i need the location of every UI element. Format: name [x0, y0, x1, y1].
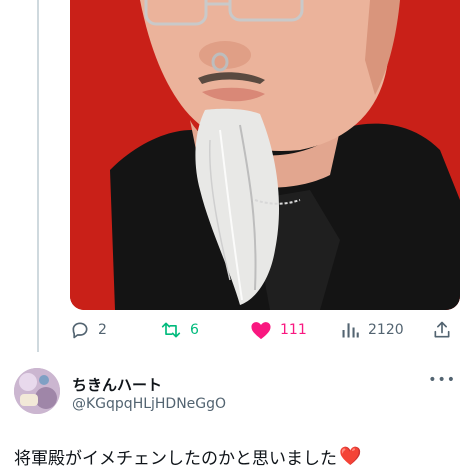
tweet-photo[interactable] — [70, 0, 460, 310]
repost-button[interactable]: 6 — [160, 318, 199, 342]
tweet-text: 将軍殿がイメチェンしたのかと思いました ❤️ — [14, 444, 361, 469]
more-icon[interactable]: ••• — [428, 372, 456, 388]
tweet-action-bar: 2 6 111 2120 — [70, 318, 460, 342]
like-icon — [251, 322, 271, 340]
like-count: 111 — [280, 322, 307, 338]
tweet-text-body: 将軍殿がイメチェンしたのかと思いました — [14, 449, 337, 469]
share-button[interactable] — [432, 318, 460, 342]
repost-icon — [161, 322, 181, 338]
reply-icon — [72, 322, 88, 339]
thread-connector-line — [37, 0, 39, 352]
share-icon — [434, 321, 450, 338]
heart-emoji: ❤️ — [339, 446, 362, 467]
like-button[interactable]: 111 — [250, 318, 307, 342]
display-name[interactable]: ちきんハート — [72, 374, 162, 395]
reply-button[interactable]: 2 — [70, 318, 107, 342]
avatar-image — [14, 368, 60, 414]
avatar[interactable] — [14, 368, 60, 414]
photo-illustration — [70, 0, 460, 310]
reply-tweet[interactable]: ちきんハート @KGqpqHLjHDNeGgO ••• 将軍殿がイメチェンしたの… — [0, 352, 474, 474]
reply-count: 2 — [98, 322, 107, 338]
view-count: 2120 — [368, 322, 404, 338]
repost-count: 6 — [190, 322, 199, 338]
views-icon — [342, 323, 359, 338]
views-button[interactable]: 2120 — [340, 318, 404, 342]
user-handle[interactable]: @KGqpqHLjHDNeGgO — [72, 396, 226, 412]
